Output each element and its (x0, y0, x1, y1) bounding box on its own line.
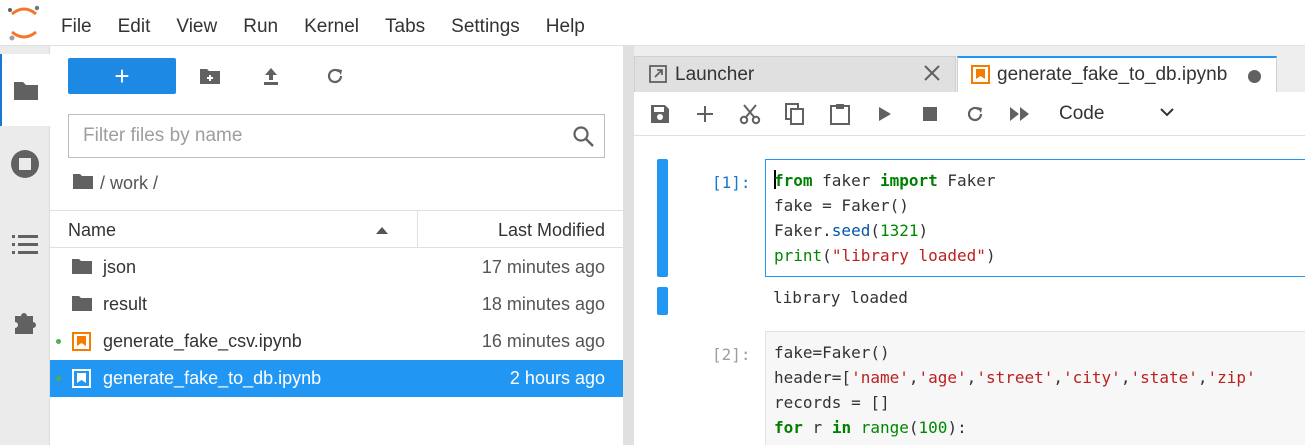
restart-icon[interactable] (963, 102, 987, 126)
code-token: range (860, 418, 909, 437)
file-modified: 16 minutes ago (481, 331, 605, 351)
new-folder-icon[interactable] (196, 62, 224, 90)
code-token: from (774, 171, 813, 190)
stop-icon[interactable] (918, 102, 942, 126)
file-row[interactable]: result 18 minutes ago (50, 286, 623, 323)
code-token: 'street' (976, 368, 1054, 387)
filter-placeholder: Filter files by name (83, 125, 243, 146)
column-divider[interactable] (417, 211, 418, 248)
menu-bar: File Edit View Run Kernel Tabs Settings … (0, 0, 1305, 46)
chevron-down-icon[interactable] (1159, 104, 1175, 125)
output-collapser[interactable] (657, 287, 668, 315)
file-name: result (103, 294, 148, 314)
running-indicator-icon (56, 339, 61, 344)
cell-collapser[interactable] (657, 159, 668, 277)
code-token: import (879, 171, 938, 190)
run-icon[interactable] (873, 102, 897, 126)
folder-icon[interactable] (0, 54, 50, 126)
code-token: for (774, 418, 803, 437)
code-token: 'city' (1063, 368, 1121, 387)
menu-file[interactable]: File (48, 0, 105, 46)
paste-icon[interactable] (828, 102, 852, 126)
folder-icon (72, 295, 92, 317)
extension-puzzle-icon[interactable] (0, 292, 50, 352)
menu-view[interactable]: View (163, 0, 230, 46)
search-icon (572, 123, 596, 165)
cell-prompt: [2]: (712, 345, 751, 364)
notebook-icon (72, 369, 91, 393)
tab-label: Launcher (675, 64, 755, 85)
folder-icon (72, 258, 92, 280)
file-list-header: Name Last Modified (50, 210, 623, 248)
breadcrumb: / work / (72, 172, 158, 195)
upload-icon[interactable] (257, 62, 285, 90)
save-icon[interactable] (648, 102, 672, 126)
file-name: generate_fake_to_db.ipynb (103, 368, 322, 388)
menu-help[interactable]: Help (533, 0, 598, 46)
file-modified: 2 hours ago (509, 368, 605, 388)
add-cell-icon[interactable] (693, 102, 717, 126)
cut-icon[interactable] (738, 102, 762, 126)
launcher-icon (649, 65, 667, 89)
code-token: 1321 (879, 221, 919, 240)
cell-type-select[interactable]: Code (1059, 103, 1104, 125)
tab-bar: Launcher generate_fake_to_db.ipynb (634, 46, 1305, 93)
folder-icon[interactable] (72, 172, 94, 195)
notebook-toolbar: Code (634, 92, 1305, 136)
file-browser: + Filter files by name / work / Name Las… (50, 46, 623, 445)
panel-splitter[interactable] (623, 46, 634, 445)
unsaved-dot-icon[interactable] (1248, 70, 1261, 83)
file-name: json (103, 257, 137, 277)
code-token: print (774, 246, 823, 265)
table-of-contents-icon[interactable] (0, 214, 50, 274)
sort-ascending-icon (376, 227, 388, 234)
notebook-panel: [1]: from faker import Faker fake = Fake… (634, 137, 1305, 445)
code-token: seed (831, 221, 871, 240)
cell-prompt: [1]: (712, 173, 751, 192)
code-token: "library loaded" (831, 246, 986, 265)
code-editor[interactable]: from faker import Faker fake = Faker() F… (765, 159, 1305, 277)
new-launcher-button[interactable]: + (68, 58, 176, 94)
menu-kernel[interactable]: Kernel (291, 0, 372, 46)
filter-files-input[interactable]: Filter files by name (68, 114, 605, 158)
running-indicator-icon (56, 376, 61, 381)
refresh-icon[interactable] (321, 62, 349, 90)
menu-edit[interactable]: Edit (105, 0, 164, 46)
notebook-icon (72, 332, 91, 356)
file-row-selected[interactable]: generate_fake_to_db.ipynb 2 hours ago (50, 360, 623, 397)
file-name: generate_fake_csv.ipynb (103, 331, 302, 351)
tab-label: generate_fake_to_db.ipynb (997, 64, 1228, 85)
menu-tabs[interactable]: Tabs (372, 0, 438, 46)
file-row[interactable]: json 17 minutes ago (50, 249, 623, 286)
column-modified-header[interactable]: Last Modified (498, 220, 605, 241)
copy-icon[interactable] (783, 102, 807, 126)
code-editor[interactable]: fake=Faker() header=['name','age','stree… (765, 331, 1305, 445)
breadcrumb-path[interactable]: / work / (100, 173, 158, 194)
cell-output: library loaded (773, 288, 908, 307)
running-sessions-icon[interactable] (0, 134, 50, 194)
notebook-icon (971, 65, 990, 90)
fast-forward-icon[interactable] (1008, 102, 1032, 126)
code-token: 100 (918, 418, 948, 437)
jupyter-logo-icon (0, 0, 48, 46)
tab-launcher[interactable]: Launcher (634, 56, 956, 92)
code-token: 'state' (1130, 368, 1198, 387)
file-modified: 18 minutes ago (481, 294, 605, 314)
close-icon[interactable] (923, 64, 941, 88)
left-sidebar (0, 46, 50, 445)
file-modified: 17 minutes ago (481, 257, 605, 277)
menu-run[interactable]: Run (230, 0, 291, 46)
code-token: in (831, 418, 852, 437)
column-name-header[interactable]: Name (68, 220, 116, 241)
file-row[interactable]: generate_fake_csv.ipynb 16 minutes ago (50, 323, 623, 360)
menu-settings[interactable]: Settings (438, 0, 533, 46)
code-token: 'name' (851, 368, 909, 387)
code-token: 'age' (918, 368, 967, 387)
tab-notebook[interactable]: generate_fake_to_db.ipynb (957, 56, 1277, 93)
code-token: 'zip' (1207, 368, 1256, 387)
